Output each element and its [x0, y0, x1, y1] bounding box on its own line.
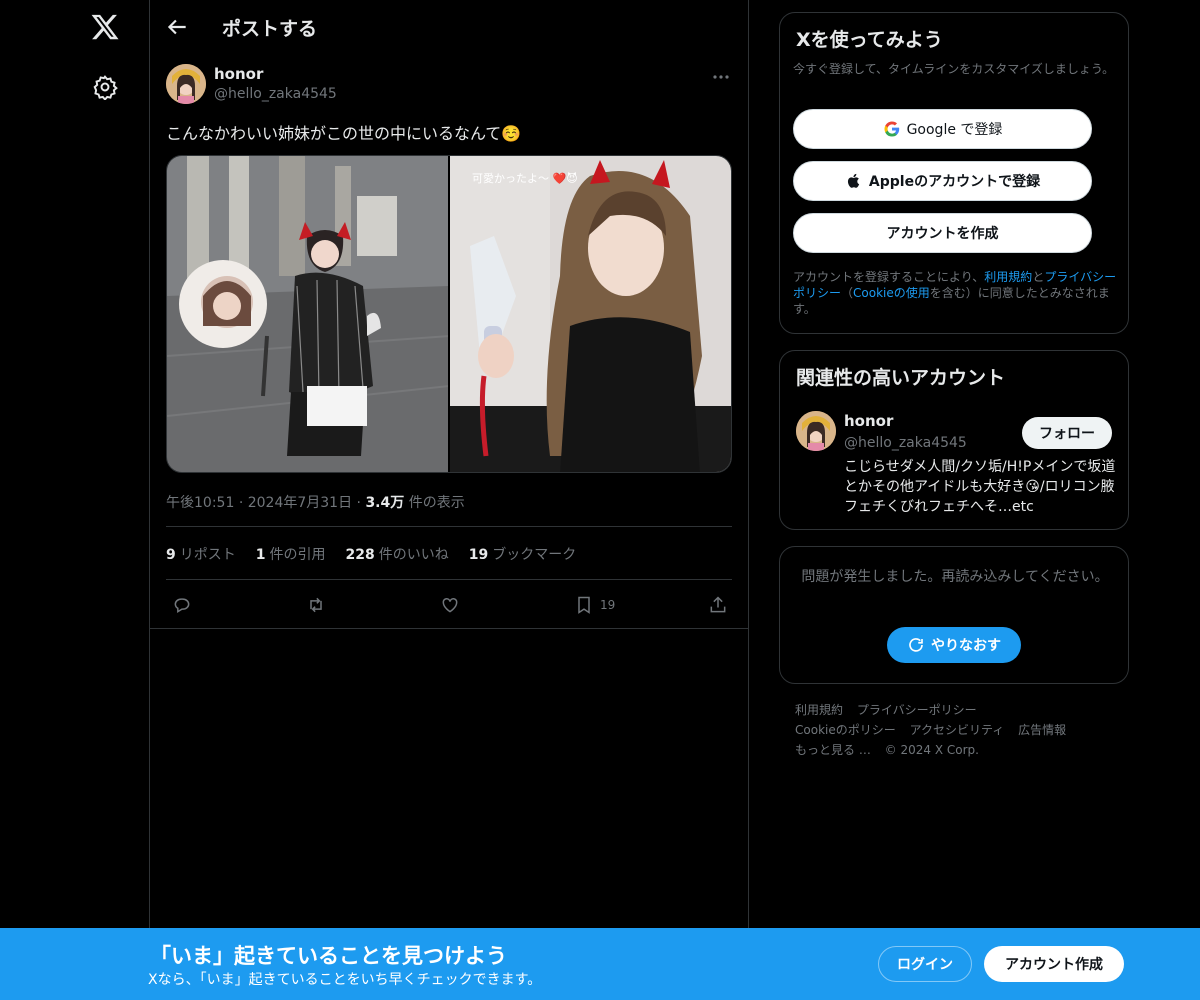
photo-overlay-text: 可愛かったよ〜 ❤️😈 — [472, 172, 578, 185]
relevant-accounts-title: 関連性の高いアカウント — [796, 367, 1006, 389]
account-handle[interactable]: @hello_zaka4545 — [844, 435, 967, 451]
error-card: 問題が発生しました。再読み込みしてください。 やりなおす — [779, 546, 1129, 684]
post-time[interactable]: 午後10:51 — [166, 495, 234, 511]
banner-title: 「いま」起きていることを見つけよう — [150, 944, 507, 968]
page-title: ポストする — [222, 18, 318, 40]
post-text: こんなかわいい姉妹がこの世の中にいるなんて☺️ — [166, 124, 522, 143]
cookie-link[interactable]: Cookieの使用 — [853, 286, 930, 300]
apple-signup-label: Appleのアカウントで登録 — [868, 174, 1041, 190]
post-photo-1[interactable] — [167, 156, 448, 472]
post-actions: 19 — [166, 594, 732, 618]
follow-button[interactable]: フォロー — [1022, 417, 1112, 449]
footer-links: 利用規約 プライバシーポリシー Cookieのポリシー アクセシビリティ 広告情… — [795, 700, 1115, 760]
share-icon[interactable] — [708, 594, 728, 616]
author-handle[interactable]: @hello_zaka4545 — [214, 86, 337, 102]
footer-cookie-link[interactable]: Cookieのポリシー — [795, 723, 896, 737]
retry-button[interactable]: やりなおす — [887, 627, 1021, 663]
author-name[interactable]: honor — [214, 65, 263, 83]
repost-icon[interactable] — [306, 594, 326, 616]
main-column: ポストする honor @hello_zaka4545 こんなかわいい姉妹がこの… — [149, 0, 749, 1000]
views-count: 3.4万 — [365, 495, 405, 511]
banner-subtitle: Xなら、「いま」起きていることをいち早くチェックできます。 — [148, 972, 542, 988]
avatar[interactable] — [166, 64, 206, 104]
account-name[interactable]: honor — [844, 412, 893, 430]
create-account-button[interactable]: アカウントを作成 — [793, 213, 1092, 253]
retry-label: やりなおす — [931, 638, 1001, 654]
apple-icon — [847, 173, 860, 188]
footer-copyright: © 2024 X Corp. — [884, 743, 979, 757]
google-icon — [884, 121, 899, 137]
signup-banner: 「いま」起きていることを見つけよう Xなら、「いま」起きていることをいち早くチェ… — [0, 928, 1200, 1000]
create-account-label: アカウントを作成 — [886, 226, 999, 242]
relevant-accounts-card: 関連性の高いアカウント honor @hello_zaka4545 フォロー こ… — [779, 350, 1129, 530]
google-signup-button[interactable]: Google で登録 — [793, 109, 1092, 149]
signup-card: Xを使ってみよう 今すぐ登録して、タイムラインをカスタマイズしましょう。 Goo… — [779, 12, 1129, 334]
post-media: 可愛かったよ〜 ❤️😈 — [166, 155, 732, 473]
post-photo-2[interactable]: 可愛かったよ〜 ❤️😈 — [450, 156, 731, 472]
terms-link[interactable]: 利用規約 — [984, 270, 1032, 284]
x-logo-icon[interactable] — [90, 12, 120, 42]
footer-more-link[interactable]: もっと見る … — [795, 743, 871, 757]
bookmarks-stat[interactable]: 19 ブックマーク — [469, 544, 576, 564]
login-button[interactable]: ログイン — [878, 946, 972, 982]
avatar[interactable] — [796, 411, 836, 451]
settings-gear-icon[interactable] — [92, 74, 118, 101]
bookmark-icon[interactable]: 19 — [574, 594, 615, 616]
post-stats: 9 リポスト 1 件の引用 228 件のいいね 19 ブックマーク — [166, 544, 576, 564]
post-date[interactable]: 2024年7月31日 — [248, 495, 352, 511]
reply-icon[interactable] — [172, 594, 192, 616]
likes-stat[interactable]: 228 件のいいね — [346, 544, 449, 564]
more-dots-icon[interactable] — [710, 66, 732, 88]
google-signup-label: Google で登録 — [906, 122, 1003, 138]
refresh-icon — [909, 638, 923, 652]
bookmark-count: 19 — [600, 598, 616, 612]
quotes-stat[interactable]: 1 件の引用 — [256, 544, 326, 564]
footer-ads-link[interactable]: 広告情報 — [1018, 723, 1066, 737]
divider — [150, 628, 748, 629]
error-message: 問題が発生しました。再読み込みしてください。 — [801, 569, 1109, 585]
signup-button[interactable]: アカウント作成 — [984, 946, 1124, 982]
apple-signup-button[interactable]: Appleのアカウントで登録 — [793, 161, 1092, 201]
reposts-stat[interactable]: 9 リポスト — [166, 544, 236, 564]
footer-privacy-link[interactable]: プライバシーポリシー — [857, 703, 977, 717]
footer-accessibility-link[interactable]: アクセシビリティ — [910, 723, 1005, 737]
post-meta: 午後10:51 · 2024年7月31日 · 3.4万 件の表示 — [166, 495, 465, 511]
account-bio: こじらせダメ人間/クソ垢/H!Pメインで坂道とかその他アイドルも大好き😘/ロリコ… — [844, 459, 1116, 515]
post-header: ポストする — [150, 0, 748, 54]
signup-card-title: Xを使ってみよう — [796, 29, 943, 51]
signup-legal-text: アカウントを登録することにより、利用規約とプライバシーポリシー（Cookieの使… — [793, 270, 1117, 316]
like-icon[interactable] — [440, 594, 460, 616]
views-label: 件の表示 — [408, 495, 465, 511]
footer-terms-link[interactable]: 利用規約 — [795, 703, 843, 717]
divider — [166, 526, 732, 527]
back-arrow-icon[interactable] — [164, 14, 190, 40]
left-navigation — [0, 0, 150, 1000]
divider — [166, 579, 732, 580]
signup-card-subtitle: 今すぐ登録して、タイムラインをカスタマイズしましょう。 — [793, 62, 1115, 76]
